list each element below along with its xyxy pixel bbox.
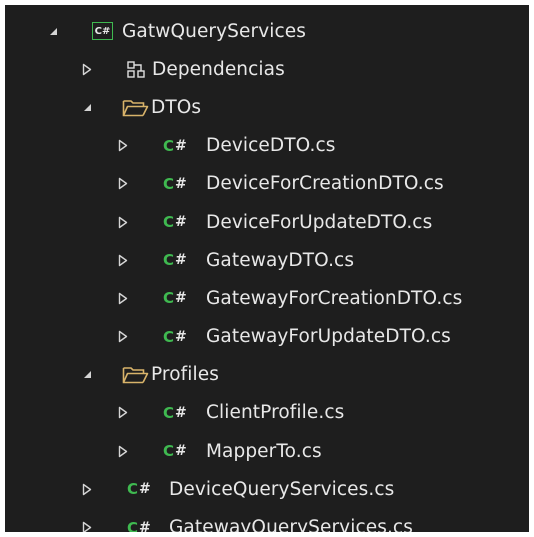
csharp-file-icon: C #	[163, 327, 187, 346]
folder-open-icon	[122, 88, 149, 126]
project-name: GatwQueryServices	[122, 20, 306, 42]
tree-item-file[interactable]: C # DeviceForUpdateDTO.cs	[5, 203, 529, 241]
csharp-file-icon: C #	[163, 136, 187, 155]
collapsed-arrow-icon[interactable]	[115, 394, 131, 432]
collapsed-arrow-icon[interactable]	[115, 432, 131, 470]
collapsed-arrow-icon[interactable]	[79, 50, 95, 88]
tree-item-project[interactable]: C# GatwQueryServices	[5, 12, 529, 50]
expanded-arrow-icon[interactable]	[79, 356, 95, 394]
csharp-file-icon: C #	[127, 518, 151, 532]
expanded-arrow-icon[interactable]	[79, 88, 95, 126]
file-name: MapperTo.cs	[206, 440, 322, 462]
folder-label-profiles: Profiles	[151, 364, 219, 386]
collapsed-arrow-icon[interactable]	[79, 508, 95, 532]
tree-item-folder-profiles[interactable]: Profiles	[5, 356, 529, 394]
collapsed-arrow-icon[interactable]	[115, 203, 131, 241]
file-name: DeviceQueryServices.cs	[169, 478, 395, 500]
csharp-file-icon: C #	[163, 251, 187, 270]
tree-item-file[interactable]: C # ClientProfile.cs	[5, 394, 529, 432]
tree-item-file[interactable]: C # GatewayForUpdateDTO.cs	[5, 318, 529, 356]
collapsed-arrow-icon[interactable]	[115, 241, 131, 279]
dependencies-icon	[127, 50, 146, 88]
csharp-file-icon: C #	[163, 213, 187, 232]
collapsed-arrow-icon[interactable]	[115, 165, 131, 203]
csharp-file-icon: C #	[163, 174, 187, 193]
collapsed-arrow-icon[interactable]	[115, 279, 131, 317]
csharp-project-icon: C#	[92, 12, 113, 50]
collapsed-arrow-icon[interactable]	[115, 318, 131, 356]
expanded-arrow-icon[interactable]	[45, 12, 61, 50]
file-name: DeviceDTO.cs	[206, 135, 336, 157]
collapsed-arrow-icon[interactable]	[79, 470, 95, 508]
tree-item-file[interactable]: C # DeviceDTO.cs	[5, 127, 529, 165]
dependencies-label: Dependencias	[152, 58, 285, 80]
collapsed-arrow-icon[interactable]	[115, 127, 131, 165]
solution-explorer-panel: C# GatwQueryServices Dependencias DTOs C…	[5, 5, 529, 532]
file-name: GatewayForCreationDTO.cs	[206, 287, 463, 309]
tree-item-dependencies[interactable]: Dependencias	[5, 50, 529, 88]
file-name: DeviceForUpdateDTO.cs	[206, 211, 433, 233]
csharp-file-icon: C #	[163, 442, 187, 461]
file-name: GatewayQueryServices.cs	[169, 517, 413, 532]
csharp-file-icon: C #	[163, 289, 187, 308]
file-tree: C# GatwQueryServices Dependencias DTOs C…	[5, 12, 529, 532]
file-name: GatewayDTO.cs	[206, 249, 355, 271]
tree-item-file[interactable]: C # MapperTo.cs	[5, 432, 529, 470]
tree-item-file[interactable]: C # GatewayDTO.cs	[5, 241, 529, 279]
folder-label-dtos: DTOs	[151, 96, 202, 118]
tree-item-file[interactable]: C # DeviceForCreationDTO.cs	[5, 165, 529, 203]
csharp-file-icon: C #	[163, 403, 187, 422]
csharp-file-icon: C #	[127, 480, 151, 499]
tree-item-file[interactable]: C # DeviceQueryServices.cs	[5, 470, 529, 508]
file-name: DeviceForCreationDTO.cs	[206, 173, 444, 195]
file-name: GatewayForUpdateDTO.cs	[206, 326, 451, 348]
tree-item-folder-dtos[interactable]: DTOs	[5, 88, 529, 126]
folder-open-icon	[122, 356, 149, 394]
file-name: ClientProfile.cs	[206, 402, 345, 424]
tree-item-file[interactable]: C # GatewayForCreationDTO.cs	[5, 279, 529, 317]
tree-item-file[interactable]: C # GatewayQueryServices.cs	[5, 508, 529, 532]
